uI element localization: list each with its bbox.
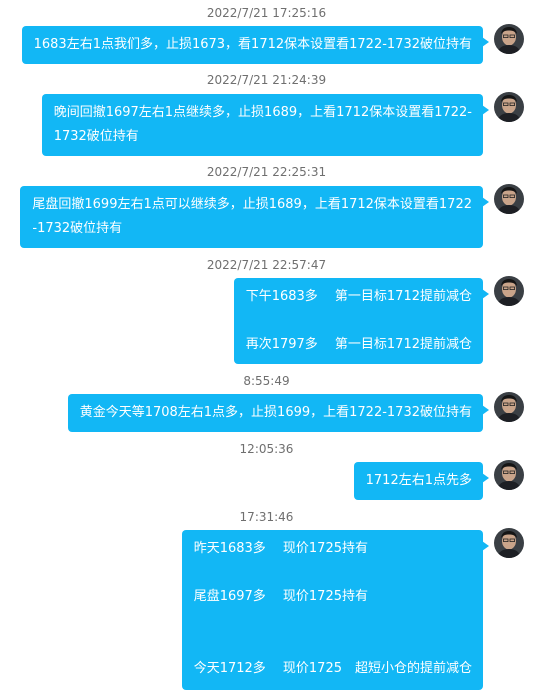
message-bubble[interactable]: 1683左右1点我们多，止损1673，看1712保本设置看1722-1732破位… — [21, 26, 490, 64]
avatar[interactable] — [494, 460, 524, 490]
message-text: 1712左右1点先多 — [365, 473, 472, 488]
message-text: 尾盘回撤1699左右1点可以继续多，止损1689，上看1712保本设置看1722 — [32, 197, 472, 212]
avatar[interactable] — [494, 528, 524, 558]
user-avatar-icon — [494, 460, 524, 490]
message-timestamp: 2022/7/21 22:57:47 — [206, 258, 327, 272]
message-text: 尾盘1697多 现价1725持有 — [193, 589, 368, 604]
user-avatar-icon — [494, 528, 524, 558]
message-text: 1732破位持有 — [53, 129, 139, 144]
message-text: 今天1712多 现价1725 超短小仓的提前减仓 — [193, 661, 472, 676]
user-avatar-icon — [494, 392, 524, 422]
avatar[interactable] — [494, 392, 524, 422]
chat-window: 2022/7/21 17:25:16 1683左右1点我们多，止损1673，看1… — [0, 0, 533, 700]
message-timestamp: 2022/7/21 17:25:16 — [206, 6, 327, 20]
message-bubble[interactable]: 黄金今天等1708左右1点多，止损1699，上看1722-1732破位持有 — [67, 394, 490, 432]
user-avatar-icon — [494, 184, 524, 214]
user-avatar-icon — [494, 24, 524, 54]
message-bubble[interactable]: 晚间回撤1697左右1点继续多，止损1689，上看1712保本设置看1722- … — [41, 94, 490, 156]
avatar[interactable] — [494, 276, 524, 306]
message-text: 昨天1683多 现价1725持有 — [193, 541, 368, 556]
message-timestamp: 12:05:36 — [239, 442, 294, 456]
message-bubble[interactable]: 尾盘回撤1699左右1点可以继续多，止损1689，上看1712保本设置看1722… — [20, 186, 489, 248]
user-avatar-icon — [494, 92, 524, 122]
message-text: 1683左右1点我们多，止损1673，看1712保本设置看1722-1732破位… — [33, 37, 472, 52]
message-bubble[interactable]: 下午1683多 第一目标1712提前减仓 再次1797多 第一目标1712提前减… — [233, 278, 490, 364]
avatar[interactable] — [494, 184, 524, 214]
message-text: 再次1797多 第一目标1712提前减仓 — [245, 337, 472, 352]
message-bubble[interactable]: 昨天1683多 现价1725持有 尾盘1697多 现价1725持有 今天1712… — [181, 530, 490, 690]
avatar[interactable] — [494, 24, 524, 54]
message-text: 晚间回撤1697左右1点继续多，止损1689，上看1712保本设置看1722- — [53, 105, 472, 120]
message-text: 下午1683多 第一目标1712提前减仓 — [245, 289, 472, 304]
message-timestamp: 2022/7/21 22:25:31 — [206, 165, 327, 179]
message-timestamp: 17:31:46 — [239, 510, 294, 524]
message-text: 黄金今天等1708左右1点多，止损1699，上看1722-1732破位持有 — [79, 405, 472, 420]
message-bubble[interactable]: 1712左右1点先多 — [353, 462, 490, 500]
avatar[interactable] — [494, 92, 524, 122]
user-avatar-icon — [494, 276, 524, 306]
message-timestamp: 2022/7/21 21:24:39 — [206, 73, 327, 87]
message-timestamp: 8:55:49 — [243, 374, 290, 388]
message-text: -1732破位持有 — [32, 221, 123, 236]
